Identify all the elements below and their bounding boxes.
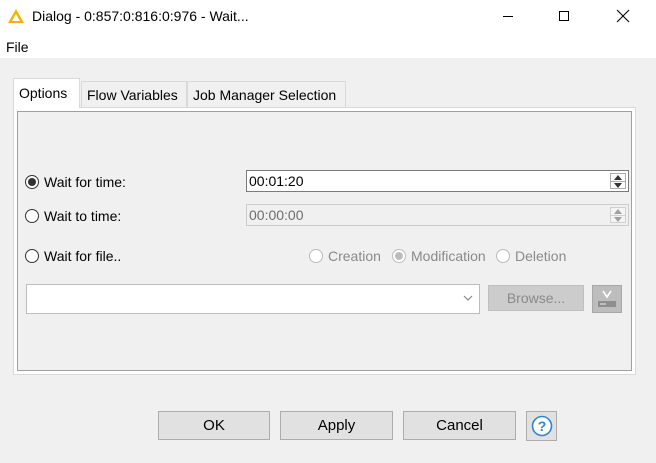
spin-down-icon	[611, 215, 625, 223]
modification-radio: Modification	[392, 248, 486, 264]
radio-indicator	[25, 209, 39, 223]
apply-button[interactable]: Apply	[280, 411, 393, 440]
maximize-icon	[559, 11, 569, 21]
help-icon: ?	[531, 415, 552, 437]
wait-for-time-spinner[interactable]	[246, 170, 629, 192]
options-inner-panel	[17, 111, 632, 371]
flow-variable-button[interactable]	[592, 285, 622, 313]
radio-indicator	[25, 175, 39, 189]
wait-for-file-radio[interactable]: Wait for file..	[25, 248, 121, 264]
cancel-button[interactable]: Cancel	[403, 411, 516, 440]
tab-flow-variables[interactable]: Flow Variables	[81, 81, 187, 107]
title-bar: Dialog - 0:857:0:816:0:976 - Wait...	[0, 0, 656, 34]
browse-button: Browse...	[488, 285, 584, 311]
wait-for-file-label: Wait for file..	[44, 248, 122, 264]
ok-button[interactable]: OK	[158, 411, 270, 440]
menu-bar: File	[0, 34, 656, 58]
modification-label: Modification	[411, 248, 486, 264]
time-spin-buttons[interactable]	[610, 173, 626, 189]
maximize-button[interactable]	[541, 0, 587, 32]
radio-indicator	[392, 249, 406, 263]
window-title: Dialog - 0:857:0:816:0:976 - Wait...	[32, 8, 249, 24]
wait-for-time-input[interactable]	[249, 173, 549, 189]
menu-file[interactable]: File	[6, 39, 29, 55]
svg-text:?: ?	[537, 418, 546, 434]
chevron-down-icon[interactable]	[463, 295, 473, 301]
wait-to-time-label: Wait to time:	[44, 208, 122, 224]
help-button[interactable]: ?	[526, 411, 557, 441]
spin-down-icon[interactable]	[611, 181, 625, 189]
flow-variable-icon	[597, 289, 617, 307]
minimize-icon	[503, 16, 513, 17]
tab-options[interactable]: Options	[13, 78, 80, 108]
close-icon	[616, 9, 630, 23]
wait-for-time-radio[interactable]: Wait for time:	[25, 174, 126, 190]
file-path-combo[interactable]	[26, 284, 480, 314]
spin-up-icon	[611, 208, 625, 215]
warning-triangle-icon	[7, 8, 25, 24]
wait-to-time-radio[interactable]: Wait to time:	[25, 208, 121, 224]
creation-radio: Creation	[309, 248, 381, 264]
close-button[interactable]	[600, 0, 646, 32]
wait-to-time-input	[249, 207, 549, 223]
creation-label: Creation	[328, 248, 381, 264]
spin-up-icon[interactable]	[611, 174, 625, 181]
radio-indicator	[25, 249, 39, 263]
deletion-label: Deletion	[515, 248, 567, 264]
tab-job-manager-selection[interactable]: Job Manager Selection	[187, 81, 346, 107]
minimize-button[interactable]	[485, 0, 531, 32]
options-panel	[13, 107, 636, 375]
deletion-radio: Deletion	[496, 248, 566, 264]
time-spin-buttons-disabled	[610, 207, 626, 223]
wait-to-time-spinner	[246, 204, 629, 226]
radio-indicator	[309, 249, 323, 263]
radio-indicator	[496, 249, 510, 263]
wait-for-time-label: Wait for time:	[44, 174, 126, 190]
